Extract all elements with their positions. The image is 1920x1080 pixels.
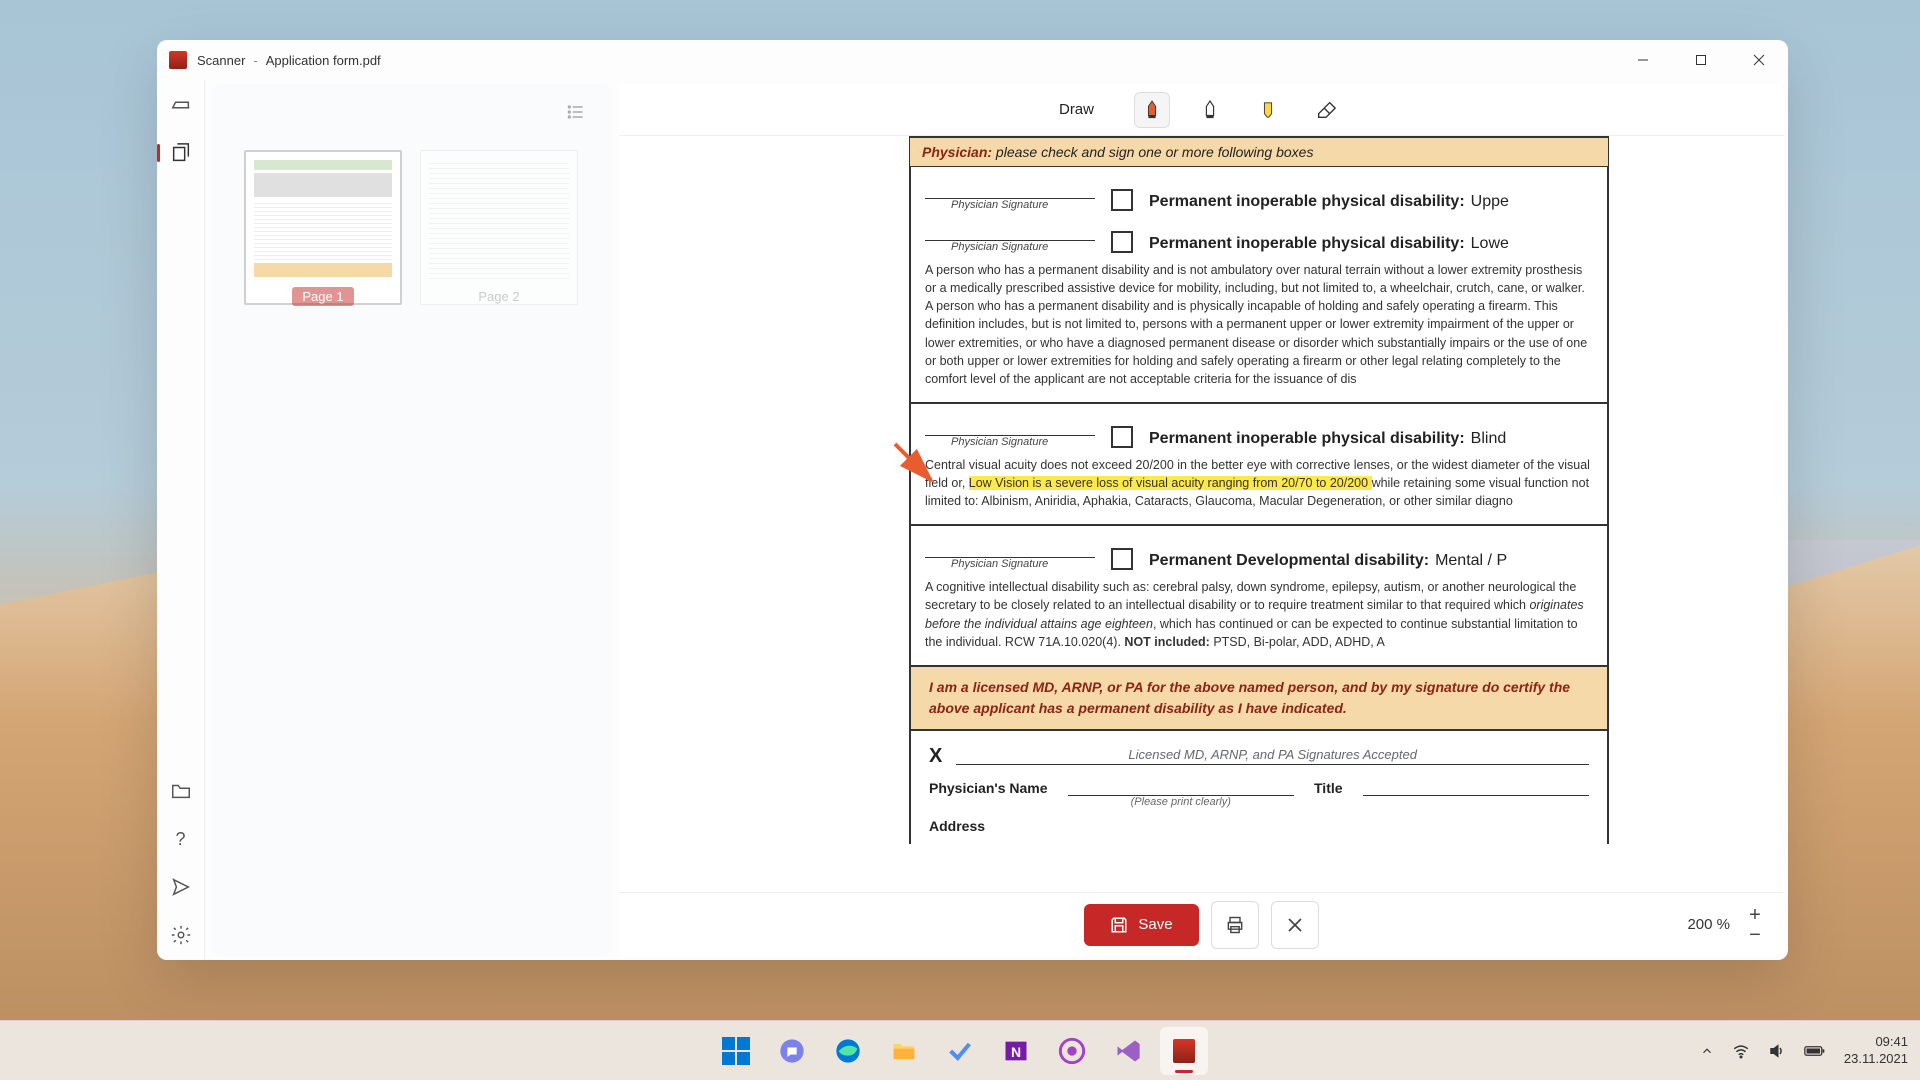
certify-box: I am a licensed MD, ARNP, or PA for the … [909, 667, 1609, 731]
form-header: Physician: please check and sign one or … [909, 136, 1609, 167]
taskbar-scanner-icon[interactable] [1160, 1027, 1208, 1075]
physician-name-field[interactable] [1068, 780, 1294, 796]
title-field[interactable] [1363, 780, 1589, 796]
checkbox-blind[interactable] [1111, 426, 1133, 448]
thumbnails-panel: Page 1 Page 2 [212, 84, 612, 956]
page-thumbnail-1[interactable]: Page 1 [244, 150, 402, 306]
draw-toolbar: Draw [619, 84, 1784, 136]
scan-icon[interactable] [170, 94, 192, 116]
tray-clock[interactable]: 09:41 23.11.2021 [1844, 1034, 1908, 1068]
taskbar-vs-icon[interactable] [1104, 1027, 1152, 1075]
document-name: Application form.pdf [266, 53, 381, 68]
zoom-level: 200 % [1687, 916, 1730, 933]
minimize-button[interactable] [1614, 40, 1672, 80]
app-window: Scanner - Application form.pdf ? [157, 40, 1788, 960]
thumbnail-preview [244, 150, 402, 305]
left-rail: ? [157, 80, 205, 960]
tray-wifi-icon[interactable] [1732, 1042, 1750, 1060]
bottom-toolbar: Save 200 % + − [619, 892, 1784, 956]
checkbox-upper[interactable] [1111, 189, 1133, 211]
app-icon [169, 51, 187, 69]
app-name: Scanner [197, 53, 245, 68]
print-button[interactable] [1211, 901, 1259, 949]
list-view-icon[interactable] [566, 102, 586, 122]
folder-icon[interactable] [170, 780, 192, 802]
checkbox-developmental[interactable] [1111, 548, 1133, 570]
help-icon[interactable]: ? [170, 828, 192, 850]
taskbar[interactable]: N 09:41 23.11.2021 [0, 1020, 1920, 1080]
maximize-button[interactable] [1672, 40, 1730, 80]
signature-line[interactable]: Licensed MD, ARNP, and PA Signatures Acc… [956, 747, 1589, 765]
blind-body: Central visual acuity does not exceed 20… [925, 456, 1593, 510]
close-button[interactable] [1730, 40, 1788, 80]
pages-icon[interactable] [170, 142, 192, 164]
eraser-tool[interactable] [1308, 92, 1344, 128]
thumbnail-preview [420, 150, 578, 305]
tray-chevron-icon[interactable] [1700, 1044, 1714, 1058]
pen-red-tool[interactable] [1134, 92, 1170, 128]
save-button[interactable]: Save [1084, 904, 1198, 946]
taskbar-chat-icon[interactable] [768, 1027, 816, 1075]
send-icon[interactable] [170, 876, 192, 898]
document-area: Draw Physician: please check and sign on… [619, 84, 1784, 956]
titlebar[interactable]: Scanner - Application form.pdf [157, 40, 1788, 80]
pdf-page-content: Physician: please check and sign one or … [909, 136, 1609, 844]
thumbnail-label: Page 1 [292, 287, 353, 306]
physician-name-row: Physician's Name (Please print clearly) … [909, 774, 1609, 818]
settings-icon[interactable] [170, 924, 192, 946]
zoom-in-button[interactable]: + [1744, 907, 1766, 923]
form-section-blind: Physician Signature Permanent inoperable… [909, 404, 1609, 526]
titlebar-separator: - [253, 53, 257, 68]
tray-battery-icon[interactable] [1804, 1044, 1826, 1058]
draw-label: Draw [1059, 101, 1094, 118]
pdf-canvas[interactable]: Physician: please check and sign one or … [619, 136, 1784, 956]
system-tray[interactable]: 09:41 23.11.2021 [1700, 1034, 1908, 1068]
svg-text:N: N [1011, 1043, 1021, 1059]
taskbar-edge-icon[interactable] [824, 1027, 872, 1075]
cancel-button[interactable] [1271, 901, 1319, 949]
highlighted-text: Low Vision is a severe loss of visual ac… [969, 476, 1372, 490]
address-row: Address [909, 818, 1609, 844]
taskbar-onenote-icon[interactable]: N [992, 1027, 1040, 1075]
form-section-developmental: Physician Signature Permanent Developmen… [909, 526, 1609, 667]
taskbar-github-icon[interactable] [1048, 1027, 1096, 1075]
tray-volume-icon[interactable] [1768, 1042, 1786, 1060]
signature-row: X Licensed MD, ARNP, and PA Signatures A… [909, 731, 1609, 774]
start-button[interactable] [712, 1027, 760, 1075]
taskbar-todo-icon[interactable] [936, 1027, 984, 1075]
checkbox-lower[interactable] [1111, 231, 1133, 253]
dev-body: A cognitive intellectual disability such… [925, 578, 1593, 651]
highlighter-tool[interactable] [1250, 92, 1286, 128]
form-section-upper: Physician Signature Permanent inoperable… [909, 167, 1609, 404]
page-thumbnail-2[interactable]: Page 2 [420, 150, 578, 306]
taskbar-explorer-icon[interactable] [880, 1027, 928, 1075]
zoom-out-button[interactable]: − [1744, 927, 1766, 943]
pen-black-tool[interactable] [1192, 92, 1228, 128]
